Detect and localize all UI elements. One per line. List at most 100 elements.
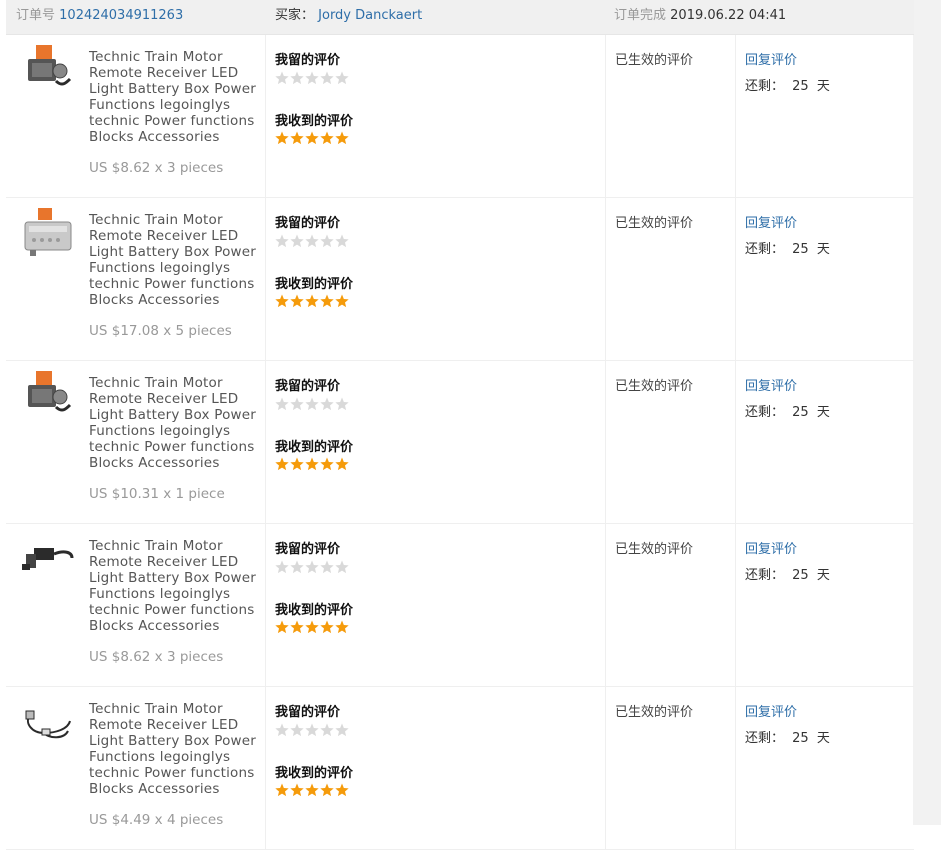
product-title-line: Light Battery Box Power <box>89 570 257 586</box>
feedback-row: Technic Train Motor Remote Receiver LED Li… <box>6 687 914 850</box>
reply-feedback-link[interactable]: 回复评价 <box>745 538 797 557</box>
star-filled-icon <box>290 457 304 471</box>
received-rating <box>275 294 351 308</box>
product-title-line: technic Power functions <box>89 276 255 292</box>
my-rating <box>275 397 351 411</box>
remaining-unit: 天 <box>816 405 830 420</box>
column-divider <box>265 198 266 360</box>
star-filled-icon <box>335 131 349 145</box>
star-empty-icon <box>320 560 334 574</box>
remaining-days: 25 <box>792 405 809 420</box>
star-filled-icon <box>335 457 349 471</box>
product-price: US $4.49 x 4 pieces <box>89 812 224 828</box>
product-title-line: Remote Receiver LED <box>89 391 239 407</box>
star-empty-icon <box>305 234 319 248</box>
buyer-name-link[interactable]: Jordy Danckaert <box>318 8 422 23</box>
product-title[interactable]: Technic Train Motor Remote Receiver LED Li… <box>89 701 259 797</box>
star-filled-icon <box>275 457 289 471</box>
remaining-label: 还剩： <box>745 242 785 257</box>
received-rating <box>275 131 351 145</box>
scrollbar-track[interactable] <box>913 0 941 825</box>
product-title-line: Blocks Accessories <box>89 618 220 634</box>
reply-feedback-link[interactable]: 回复评价 <box>745 375 797 394</box>
my-rating <box>275 71 351 85</box>
remaining-time: 还剩： 25 天 <box>745 727 834 746</box>
my-rating-stars <box>275 234 349 248</box>
feedback-row: Technic Train Motor Remote Receiver LED Li… <box>6 524 914 687</box>
star-filled-icon <box>335 783 349 797</box>
remaining-time: 还剩： 25 天 <box>745 75 834 94</box>
product-title-line: Technic Train Motor <box>89 701 223 717</box>
star-empty-icon <box>335 723 349 737</box>
column-divider <box>605 524 606 686</box>
product-title[interactable]: Technic Train Motor Remote Receiver LED Li… <box>89 375 259 471</box>
column-divider <box>605 35 606 197</box>
product-thumbnail[interactable] <box>20 534 76 582</box>
remaining-days: 25 <box>792 79 809 94</box>
product-title-line: Functions legoinglys <box>89 586 231 602</box>
received-rating-stars <box>275 294 349 308</box>
product-title-line: technic Power functions <box>89 602 255 618</box>
star-empty-icon <box>290 723 304 737</box>
my-feedback-label: 我留的评价 <box>275 705 341 720</box>
received-rating-stars <box>275 620 349 634</box>
buyer-label: 买家： <box>275 8 315 23</box>
reply-feedback-link[interactable]: 回复评价 <box>745 212 797 231</box>
product-title-line: Technic Train Motor <box>89 49 223 65</box>
star-filled-icon <box>305 783 319 797</box>
my-rating <box>275 723 351 737</box>
star-empty-icon <box>305 397 319 411</box>
product-title[interactable]: Technic Train Motor Remote Receiver LED Li… <box>89 212 259 308</box>
star-empty-icon <box>335 397 349 411</box>
received-feedback-label: 我收到的评价 <box>275 277 354 292</box>
order-completed: 订单完成 2019.06.22 04:41 <box>614 4 786 23</box>
received-rating-stars <box>275 457 349 471</box>
star-empty-icon <box>320 71 334 85</box>
order-number: 订单号 102424034911263 <box>16 4 183 23</box>
my-rating-stars <box>275 723 349 737</box>
order-number-link[interactable]: 102424034911263 <box>59 8 183 23</box>
my-feedback-label: 我留的评价 <box>275 216 341 231</box>
cable-icon <box>20 548 76 590</box>
star-empty-icon <box>290 234 304 248</box>
product-title-line: Light Battery Box Power <box>89 407 257 423</box>
star-empty-icon <box>320 234 334 248</box>
order-completed-time: 2019.06.22 04:41 <box>670 8 787 23</box>
column-divider <box>605 198 606 360</box>
column-divider <box>735 35 736 197</box>
reply-feedback-link[interactable]: 回复评价 <box>745 49 797 68</box>
remaining-unit: 天 <box>816 731 830 746</box>
star-filled-icon <box>320 131 334 145</box>
star-filled-icon <box>290 783 304 797</box>
feedback-status: 已生效的评价 <box>615 216 694 231</box>
product-price: US $17.08 x 5 pieces <box>89 323 232 339</box>
product-thumbnail[interactable] <box>20 45 76 93</box>
star-empty-icon <box>275 234 289 248</box>
column-divider <box>735 198 736 360</box>
buyer-info: 买家： Jordy Danckaert <box>275 4 422 23</box>
product-title-line: Blocks Accessories <box>89 129 220 145</box>
star-filled-icon <box>320 294 334 308</box>
led-light-icon <box>20 710 76 753</box>
product-title-line: Technic Train Motor <box>89 212 223 228</box>
remaining-time: 还剩： 25 天 <box>745 564 834 583</box>
remaining-unit: 天 <box>816 568 830 583</box>
product-title-line: Blocks Accessories <box>89 292 220 308</box>
product-thumbnail[interactable] <box>20 371 76 419</box>
product-title[interactable]: Technic Train Motor Remote Receiver LED Li… <box>89 49 259 145</box>
product-thumbnail[interactable] <box>20 208 76 256</box>
remaining-unit: 天 <box>816 242 830 257</box>
feedback-list: Technic Train Motor Remote Receiver LED Li… <box>6 35 914 850</box>
product-thumbnail[interactable] <box>20 697 76 745</box>
product-title-line: Blocks Accessories <box>89 455 220 471</box>
product-price: US $8.62 x 3 pieces <box>89 160 224 176</box>
my-rating-stars <box>275 560 349 574</box>
column-divider <box>265 524 266 686</box>
product-title[interactable]: Technic Train Motor Remote Receiver LED Li… <box>89 538 259 634</box>
my-feedback-label: 我留的评价 <box>275 542 341 557</box>
reply-feedback-link[interactable]: 回复评价 <box>745 701 797 720</box>
remaining-label: 还剩： <box>745 79 785 94</box>
star-filled-icon <box>320 457 334 471</box>
column-divider <box>265 361 266 523</box>
column-divider <box>265 35 266 197</box>
